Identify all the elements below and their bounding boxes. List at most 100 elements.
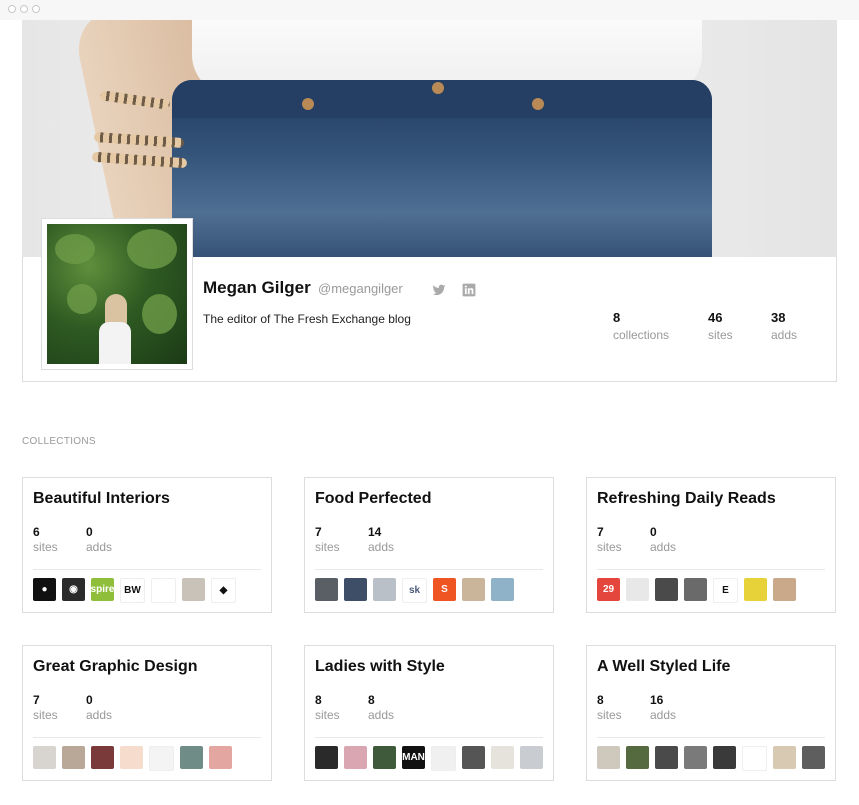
collection-title[interactable]: Food Perfected bbox=[315, 490, 431, 508]
profile-bio: The editor of The Fresh Exchange blog bbox=[203, 312, 411, 326]
profile-name: Megan Gilger bbox=[203, 278, 311, 297]
collection-card[interactable]: A Well Styled Life 8 sites 16 adds bbox=[586, 645, 836, 781]
collection-title[interactable]: Refreshing Daily Reads bbox=[597, 490, 776, 508]
site-thumbnail[interactable] bbox=[597, 746, 620, 769]
collection-card[interactable]: Ladies with Style 8 sites 8 adds MAN bbox=[304, 645, 554, 781]
collection-sites-label: sites bbox=[597, 540, 622, 554]
divider bbox=[33, 569, 261, 570]
collection-sites-label: sites bbox=[315, 540, 340, 554]
stat-adds-value: 38 bbox=[771, 310, 786, 325]
site-thumbnail[interactable]: spire bbox=[91, 578, 114, 601]
site-thumbnail[interactable] bbox=[626, 746, 649, 769]
collection-sites-value: 7 bbox=[33, 693, 40, 707]
linkedin-icon[interactable] bbox=[462, 283, 476, 297]
site-thumbnail[interactable]: ◆ bbox=[211, 578, 236, 603]
site-thumbnail[interactable]: MAN bbox=[402, 746, 425, 769]
site-thumbnail[interactable] bbox=[91, 746, 114, 769]
collection-thumbnails: sk S bbox=[315, 578, 514, 603]
twitter-icon[interactable] bbox=[432, 283, 446, 297]
site-thumbnail[interactable]: S bbox=[433, 578, 456, 601]
site-thumbnail[interactable] bbox=[684, 578, 707, 601]
collection-sites-value: 7 bbox=[597, 525, 604, 539]
site-thumbnail[interactable] bbox=[180, 746, 203, 769]
site-thumbnail[interactable] bbox=[520, 746, 543, 769]
site-thumbnail[interactable] bbox=[491, 746, 514, 769]
collection-sites-value: 7 bbox=[315, 525, 322, 539]
collection-title[interactable]: Beautiful Interiors bbox=[33, 490, 170, 508]
site-thumbnail[interactable] bbox=[344, 578, 367, 601]
collection-card[interactable]: Beautiful Interiors 6 sites 0 adds ● ◉ spi… bbox=[22, 477, 272, 613]
site-thumbnail[interactable] bbox=[120, 746, 143, 769]
collection-card[interactable]: Food Perfected 7 sites 14 adds sk S bbox=[304, 477, 554, 613]
collection-adds-value: 14 bbox=[368, 525, 382, 539]
site-thumbnail[interactable] bbox=[373, 578, 396, 601]
site-thumbnail[interactable] bbox=[655, 578, 678, 601]
divider bbox=[597, 569, 825, 570]
site-thumbnail[interactable] bbox=[315, 746, 338, 769]
collection-adds-label: adds bbox=[86, 708, 113, 722]
collection-thumbnails: 29 E bbox=[597, 578, 796, 603]
stat-collections-label: collections bbox=[613, 328, 670, 342]
collection-adds-value: 8 bbox=[368, 693, 375, 707]
collection-sites-value: 8 bbox=[315, 693, 322, 707]
collection-thumbnails bbox=[597, 746, 825, 771]
site-thumbnail[interactable] bbox=[209, 746, 232, 769]
site-thumbnail[interactable] bbox=[655, 746, 678, 769]
site-thumbnail[interactable] bbox=[149, 746, 174, 771]
site-thumbnail[interactable] bbox=[684, 746, 707, 769]
divider bbox=[33, 737, 261, 738]
site-thumbnail[interactable]: sk bbox=[402, 578, 427, 603]
site-thumbnail[interactable]: E bbox=[713, 578, 738, 603]
site-thumbnail[interactable] bbox=[344, 746, 367, 769]
collection-card[interactable]: Refreshing Daily Reads 7 sites 0 adds 29… bbox=[586, 477, 836, 613]
site-thumbnail[interactable] bbox=[151, 578, 176, 603]
site-thumbnail[interactable] bbox=[773, 746, 796, 769]
collection-thumbnails bbox=[33, 746, 232, 771]
collection-sites-label: sites bbox=[33, 708, 58, 722]
collection-adds-label: adds bbox=[650, 708, 677, 722]
minimize-window-icon[interactable] bbox=[20, 5, 28, 13]
collection-title[interactable]: Great Graphic Design bbox=[33, 658, 198, 676]
site-thumbnail[interactable] bbox=[62, 746, 85, 769]
site-thumbnail[interactable] bbox=[491, 578, 514, 601]
collections-heading: COLLECTIONS bbox=[22, 436, 96, 447]
site-thumbnail[interactable] bbox=[462, 578, 485, 601]
profile-handle: @megangilger bbox=[318, 281, 403, 296]
collection-card[interactable]: Great Graphic Design 7 sites 0 adds bbox=[22, 645, 272, 781]
collection-sites-label: sites bbox=[597, 708, 622, 722]
site-thumbnail[interactable] bbox=[773, 578, 796, 601]
site-thumbnail[interactable] bbox=[802, 746, 825, 769]
collection-sites-value: 6 bbox=[33, 525, 40, 539]
collection-sites-label: sites bbox=[315, 708, 340, 722]
site-thumbnail[interactable]: ● bbox=[33, 578, 56, 601]
site-thumbnail[interactable] bbox=[33, 746, 56, 769]
site-thumbnail[interactable] bbox=[431, 746, 456, 771]
close-window-icon[interactable] bbox=[8, 5, 16, 13]
stat-sites-value: 46 bbox=[708, 310, 723, 325]
site-thumbnail[interactable] bbox=[744, 578, 767, 601]
collection-title[interactable]: Ladies with Style bbox=[315, 658, 445, 676]
site-thumbnail[interactable] bbox=[713, 746, 736, 769]
site-thumbnail[interactable] bbox=[462, 746, 485, 769]
collection-adds-label: adds bbox=[368, 708, 395, 722]
divider bbox=[315, 737, 543, 738]
collection-adds-value: 0 bbox=[650, 525, 657, 539]
site-thumbnail[interactable]: BW bbox=[120, 578, 145, 603]
avatar[interactable] bbox=[41, 218, 193, 370]
site-thumbnail[interactable] bbox=[742, 746, 767, 771]
stat-sites-label: sites bbox=[708, 328, 733, 342]
site-thumbnail[interactable] bbox=[373, 746, 396, 769]
zoom-window-icon[interactable] bbox=[32, 5, 40, 13]
site-thumbnail[interactable] bbox=[182, 578, 205, 601]
collection-thumbnails: ● ◉ spire BW ◆ bbox=[33, 578, 236, 603]
collection-title[interactable]: A Well Styled Life bbox=[597, 658, 730, 676]
site-thumbnail[interactable]: 29 bbox=[597, 578, 620, 601]
site-thumbnail[interactable] bbox=[315, 578, 338, 601]
site-thumbnail[interactable]: ◉ bbox=[62, 578, 85, 601]
window-chrome bbox=[0, 0, 859, 20]
stat-collections-value: 8 bbox=[613, 310, 621, 325]
collection-sites-label: sites bbox=[33, 540, 58, 554]
divider bbox=[315, 569, 543, 570]
collection-adds-value: 0 bbox=[86, 525, 93, 539]
site-thumbnail[interactable] bbox=[626, 578, 649, 601]
